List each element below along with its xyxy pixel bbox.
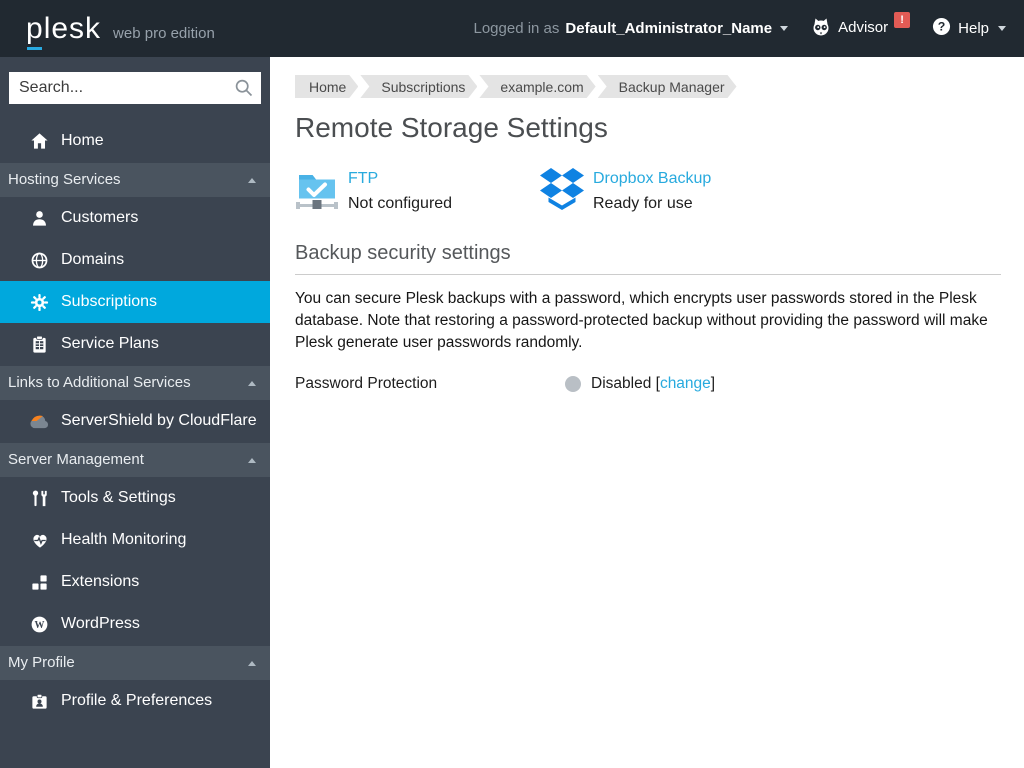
breadcrumb: Home Subscriptions example.com Backup Manag… xyxy=(295,75,1000,98)
chevron-up-icon xyxy=(248,380,256,386)
sidebar-item-subscriptions[interactable]: Subscriptions xyxy=(0,281,270,323)
sidebar-group-label: Links to Additional Services xyxy=(8,374,191,391)
plesk-logo[interactable]: plesk web pro edition xyxy=(26,11,215,50)
breadcrumb-home[interactable]: Home xyxy=(295,75,358,98)
storage-name-link[interactable]: FTP xyxy=(348,169,378,189)
sidebar: Home Hosting Services Customers Domains Subs… xyxy=(0,57,270,768)
storage-item-text: FTP Not configured xyxy=(348,168,452,214)
chevron-down-icon xyxy=(998,26,1006,31)
change-link[interactable]: change xyxy=(660,375,711,392)
sidebar-item-label: Health Monitoring xyxy=(61,531,187,548)
health-monitoring-icon xyxy=(29,530,50,551)
sidebar-item-profile-preferences[interactable]: Profile & Preferences xyxy=(0,680,270,722)
sidebar-nav: Home Hosting Services Customers Domains Subs… xyxy=(0,120,270,722)
sidebar-group-label: Server Management xyxy=(8,451,144,468)
storage-status: Not configured xyxy=(348,195,453,212)
sidebar-item-label: Home xyxy=(61,132,104,149)
help-label: Help xyxy=(958,20,989,37)
remote-storage-list: FTP Not configured Dropbox Backup Ready for… xyxy=(295,168,1000,214)
sidebar-item-service-plans[interactable]: Service Plans xyxy=(0,323,270,365)
profile-preferences-icon xyxy=(29,691,50,712)
status-indicator-disabled xyxy=(565,376,581,392)
page-title: Remote Storage Settings xyxy=(295,112,608,143)
user-menu[interactable]: Logged in as Default_Administrator_Name xyxy=(473,20,789,37)
chevron-up-icon xyxy=(248,457,256,463)
main-content: Home Subscriptions example.com Backup Manag… xyxy=(270,57,1024,768)
sidebar-group-links-to-additional-services[interactable]: Links to Additional Services xyxy=(0,366,270,400)
sidebar-group-hosting-services[interactable]: Hosting Services xyxy=(0,163,270,197)
svg-text:?: ? xyxy=(938,20,946,34)
ftp-storage-icon[interactable] xyxy=(295,168,339,212)
help-menu[interactable]: ? Help xyxy=(932,17,1006,40)
subscriptions-icon xyxy=(29,292,50,313)
sidebar-group-label: My Profile xyxy=(8,654,75,671)
sidebar-item-domains[interactable]: Domains xyxy=(0,239,270,281)
sidebar-group-my-profile[interactable]: My Profile xyxy=(0,646,270,680)
sidebar-item-wordpress[interactable]: W WordPress xyxy=(0,603,270,645)
breadcrumb-example-com[interactable]: example.com xyxy=(479,75,595,98)
header-right: Logged in as Default_Administrator_Name … xyxy=(473,11,1006,42)
password-protection-status: Disabled [change] xyxy=(591,375,716,392)
backup-security-description: You can secure Plesk backups with a pass… xyxy=(295,290,988,351)
sidebar-item-label: Service Plans xyxy=(61,335,159,352)
storage-item-ftp: FTP Not configured xyxy=(295,168,540,214)
logged-in-as-label: Logged in as xyxy=(473,20,560,37)
sidebar-item-label: Domains xyxy=(61,251,125,268)
breadcrumb-subscriptions[interactable]: Subscriptions xyxy=(360,75,477,98)
service-plans-icon xyxy=(29,334,50,355)
servershield-icon xyxy=(29,411,50,432)
user-name: Default_Administrator_Name xyxy=(565,20,773,37)
sidebar-item-tools-settings[interactable]: Tools & Settings xyxy=(0,477,270,519)
domains-icon xyxy=(29,250,50,271)
plesk-logo-text: plesk xyxy=(26,11,102,50)
advisor-label: Advisor xyxy=(838,18,889,36)
sidebar-item-label: Profile & Preferences xyxy=(61,692,213,709)
search-input[interactable] xyxy=(9,72,261,104)
advisor-button[interactable]: Advisor ! xyxy=(810,11,911,42)
svg-text:W: W xyxy=(35,619,45,630)
sidebar-group-server-management[interactable]: Server Management xyxy=(0,443,270,477)
wordpress-icon: W xyxy=(29,614,50,635)
sidebar-item-extensions[interactable]: Extensions xyxy=(0,561,270,603)
advisor-alert-badge: ! xyxy=(894,11,911,28)
storage-item-text: Dropbox Backup Ready for use xyxy=(593,168,711,214)
top-header: plesk web pro edition Logged in as Defau… xyxy=(0,0,1024,57)
storage-name-link[interactable]: Dropbox Backup xyxy=(593,169,711,189)
sidebar-item-label: Extensions xyxy=(61,573,140,590)
sidebar-item-customers[interactable]: Customers xyxy=(0,197,270,239)
sidebar-item-label: ServerShield by CloudFlare xyxy=(61,412,257,429)
backup-security-heading: Backup security settings xyxy=(295,241,1001,275)
sidebar-item-health-monitoring[interactable]: Health Monitoring xyxy=(0,519,270,561)
edition-label: web pro edition xyxy=(113,24,215,42)
sidebar-item-label: Tools & Settings xyxy=(61,489,176,506)
chevron-up-icon xyxy=(248,660,256,666)
dropbox-icon[interactable] xyxy=(540,168,584,212)
storage-item-dropbox-backup: Dropbox Backup Ready for use xyxy=(540,168,711,214)
extensions-icon xyxy=(29,572,50,593)
storage-status: Ready for use xyxy=(593,195,693,212)
home-icon xyxy=(29,131,50,152)
password-protection-row: Password Protection Disabled [change] xyxy=(295,375,1000,393)
password-protection-label: Password Protection xyxy=(295,375,438,392)
chevron-down-icon xyxy=(780,26,789,31)
sidebar-group-label: Hosting Services xyxy=(8,171,121,188)
sidebar-item-servershield-by-cloudflare[interactable]: ServerShield by CloudFlare xyxy=(0,400,270,442)
sidebar-item-home[interactable]: Home xyxy=(0,120,270,162)
breadcrumb-backup-manager: Backup Manager xyxy=(598,75,737,98)
chevron-up-icon xyxy=(248,177,256,183)
tools-settings-icon xyxy=(29,488,50,509)
sidebar-item-label: Subscriptions xyxy=(61,293,158,310)
search-icon[interactable] xyxy=(234,78,254,103)
sidebar-item-label: WordPress xyxy=(61,615,140,632)
sidebar-item-label: Customers xyxy=(61,209,139,226)
search-box xyxy=(9,72,261,104)
advisor-owl-icon xyxy=(810,16,832,42)
help-question-icon: ? xyxy=(932,17,951,40)
customers-icon xyxy=(29,208,50,229)
